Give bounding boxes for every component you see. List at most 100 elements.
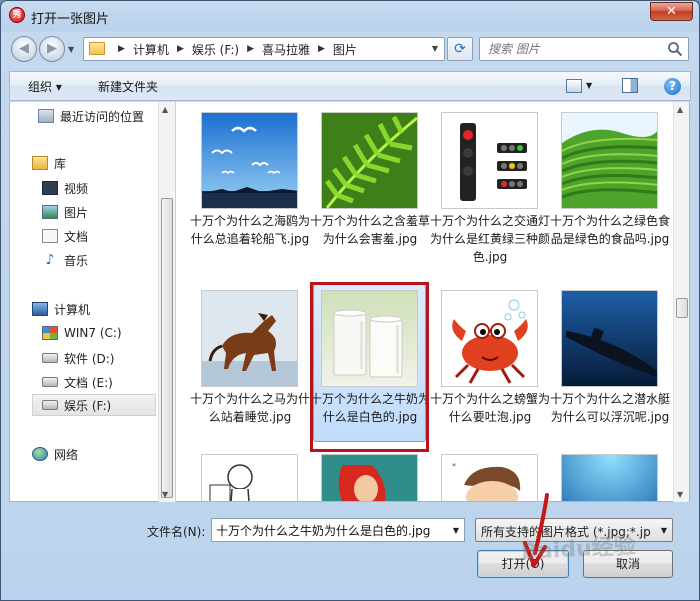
sidebar-item-label: 软件 (D:) — [64, 351, 115, 366]
drive-icon — [42, 353, 58, 363]
file-name: 十万个为什么之交通灯为什么是红黄绿三种颜色.jpg — [430, 214, 551, 264]
close-button[interactable]: ✕ — [650, 2, 693, 21]
navigation-pane: 最近访问的位置 库 视频 图片 文档 ♪ 音乐 计算机 WIN7 (C:) 软件… — [9, 102, 175, 502]
documents-icon — [42, 229, 58, 243]
chevron-down-icon[interactable]: ▼ — [453, 526, 459, 535]
breadcrumb-computer[interactable]: 计算机 — [133, 41, 169, 58]
breadcrumb-separator[interactable]: ▶ — [318, 44, 325, 54]
open-image-dialog: 秀 打开一张图片 ✕ ◀ ▶ ▼ ▶ 计算机 ▶ 娱乐 (F:) ▶ 喜马拉雅 … — [0, 0, 700, 601]
network-icon — [32, 447, 48, 461]
scroll-up-icon[interactable]: ▲ — [162, 105, 168, 114]
forward-button[interactable]: ▶ — [39, 36, 65, 62]
thumbnail-mermaid — [321, 454, 418, 501]
file-item[interactable] — [310, 446, 430, 501]
red-arrow-annotation — [523, 493, 549, 567]
file-name: 十万个为什么之螃蟹为什么要吐泡.jpg — [430, 392, 551, 424]
drive-icon — [42, 400, 58, 410]
svg-text:*: * — [452, 462, 456, 471]
pictures-icon — [42, 205, 58, 219]
title-bar: 秀 打开一张图片 ✕ — [1, 1, 699, 31]
sidebar-item-label: 网络 — [54, 447, 79, 462]
history-dropdown-icon[interactable]: ▼ — [68, 45, 74, 54]
sidebar-item-label: 文档 (E:) — [64, 375, 113, 390]
video-icon — [42, 181, 58, 195]
chevron-down-icon[interactable]: ▼ — [661, 526, 667, 535]
library-icon — [32, 156, 48, 170]
refresh-button[interactable]: ⟳ — [447, 37, 473, 61]
scrollbar-thumb[interactable] — [676, 298, 688, 318]
breadcrumb-separator[interactable]: ▶ — [118, 44, 125, 54]
cancel-button[interactable]: 取消 — [583, 550, 673, 578]
thumbnail-cartoon-man — [201, 454, 298, 501]
thumbnail-sea — [561, 454, 658, 501]
scroll-down-icon[interactable]: ▼ — [677, 490, 683, 499]
file-item[interactable]: 十万个为什么之潜水艇为什么可以浮沉呢.jpg — [550, 282, 670, 460]
scroll-down-icon[interactable]: ▼ — [162, 490, 168, 499]
scrollbar-thumb[interactable] — [161, 198, 173, 498]
breadcrumb-folder[interactable]: 喜马拉雅 — [262, 41, 310, 58]
sidebar-item-label: 库 — [54, 156, 67, 171]
sidebar-item-label: 音乐 — [64, 253, 89, 268]
sidebar-item-label: 最近访问的位置 — [60, 109, 145, 124]
address-row: ◀ ▶ ▼ ▶ 计算机 ▶ 娱乐 (F:) ▶ 喜马拉雅 ▶ 图片 ▼ ⟳ — [1, 31, 699, 65]
breadcrumb-separator[interactable]: ▶ — [247, 44, 254, 54]
filetype-select[interactable]: 所有支持的图片格式 (*.jpg;*.jp ▼ — [475, 518, 673, 542]
file-list-scrollbar[interactable]: ▲ ▼ — [673, 102, 690, 502]
change-view-icon[interactable] — [566, 79, 582, 93]
file-item[interactable]: 十万个为什么之马为什么站着睡觉.jpg — [190, 282, 310, 460]
search-box[interactable] — [479, 37, 689, 61]
file-item[interactable] — [190, 446, 310, 501]
back-button[interactable]: ◀ — [11, 36, 37, 62]
folder-icon — [89, 42, 105, 55]
filename-combobox[interactable]: ▼ — [211, 518, 465, 542]
file-item[interactable]: 十万个为什么之交通灯为什么是红黄绿三种颜色.jpg — [430, 104, 550, 282]
sidebar-item-label: 视频 — [64, 181, 89, 196]
thumbnail-tea-field — [561, 112, 658, 209]
search-input[interactable] — [480, 38, 660, 60]
sidebar-item-drive-f[interactable]: 娱乐 (F:) — [32, 394, 156, 416]
new-folder-button[interactable]: 新建文件夹 — [98, 78, 158, 95]
window-title: 打开一张图片 — [31, 12, 110, 27]
breadcrumb: ▶ 计算机 ▶ 娱乐 (F:) ▶ 喜马拉雅 ▶ 图片 — [110, 38, 357, 60]
command-bar: 组织 ▾ 新建文件夹 ▼ ? — [9, 71, 691, 101]
scroll-up-icon[interactable]: ▲ — [677, 105, 683, 114]
thumbnail-seagulls — [201, 112, 298, 209]
sidebar-item-label: 计算机 — [54, 302, 91, 317]
highlight-frame — [310, 282, 429, 452]
address-bar[interactable]: ▶ 计算机 ▶ 娱乐 (F:) ▶ 喜马拉雅 ▶ 图片 ▼ — [83, 37, 445, 61]
breadcrumb-current[interactable]: 图片 — [333, 41, 357, 58]
filename-field[interactable] — [212, 519, 446, 541]
thumbnail-traffic-light — [441, 112, 538, 209]
file-item[interactable] — [550, 446, 670, 501]
organize-menu-button[interactable]: 组织 ▾ — [28, 78, 62, 95]
app-icon: 秀 — [9, 7, 25, 23]
breadcrumb-drive[interactable]: 娱乐 (F:) — [192, 41, 239, 58]
file-name: 十万个为什么之绿色食品是绿色的食品吗.jpg — [550, 214, 671, 246]
windows-drive-icon — [42, 326, 58, 340]
preview-pane-icon[interactable] — [622, 78, 638, 93]
sidebar-item-label: 图片 — [64, 205, 89, 220]
help-icon[interactable]: ? — [664, 78, 681, 95]
address-dropdown-icon[interactable]: ▼ — [432, 44, 438, 53]
filetype-value: 所有支持的图片格式 (*.jpg;*.jp — [481, 525, 651, 539]
filename-label: 文件名(N): — [147, 525, 206, 539]
file-item[interactable]: 十万个为什么之螃蟹为什么要吐泡.jpg — [430, 282, 550, 460]
breadcrumb-separator[interactable]: ▶ — [177, 44, 184, 54]
search-icon[interactable] — [667, 41, 683, 57]
computer-icon — [32, 302, 48, 316]
file-name: 十万个为什么之马为什么站着睡觉.jpg — [190, 392, 311, 424]
music-icon: ♪ — [45, 252, 55, 268]
file-item[interactable]: 十万个为什么之海鸥为什么总追着轮船飞.jpg — [190, 104, 310, 282]
sidebar-item-label: WIN7 (C:) — [64, 326, 122, 340]
thumbnail-horse — [201, 290, 298, 387]
thumbnail-fern — [321, 112, 418, 209]
thumbnail-submarine — [561, 290, 658, 387]
view-dropdown-icon[interactable]: ▼ — [586, 81, 592, 90]
file-name: 十万个为什么之含羞草为什么会害羞.jpg — [310, 214, 431, 246]
navigation-scrollbar[interactable]: ▲ ▼ — [158, 102, 175, 502]
sidebar-item-label: 娱乐 (F:) — [64, 398, 112, 413]
file-item[interactable]: 十万个为什么之绿色食品是绿色的食品吗.jpg — [550, 104, 670, 282]
file-item[interactable]: 十万个为什么之含羞草为什么会害羞.jpg — [310, 104, 430, 282]
drive-icon — [42, 377, 58, 387]
file-name: 十万个为什么之潜水艇为什么可以浮沉呢.jpg — [550, 392, 671, 424]
